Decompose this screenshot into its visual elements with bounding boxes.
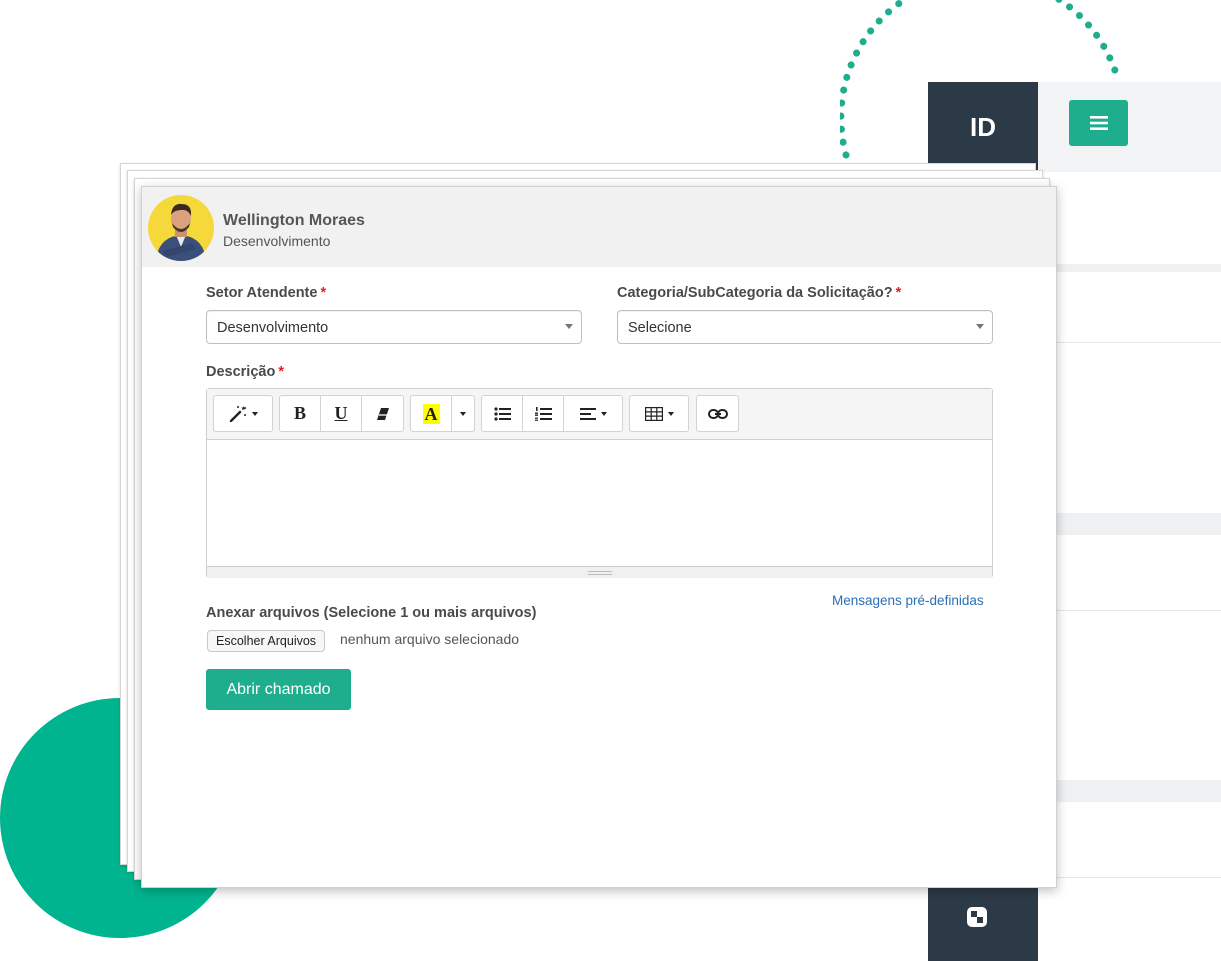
align-left-icon — [579, 407, 596, 420]
ticket-form-card: Wellington Moraes Desenvolvimento Setor … — [141, 186, 1057, 888]
divider-band — [1038, 264, 1221, 272]
table-dropdown-button[interactable] — [630, 396, 688, 431]
unordered-list-button[interactable] — [482, 396, 523, 431]
font-color-dropdown-button[interactable] — [452, 396, 474, 431]
hamburger-icon — [1089, 116, 1108, 130]
description-editor-area[interactable] — [207, 440, 992, 557]
font-color-button[interactable]: A — [411, 396, 452, 431]
user-department: Desenvolvimento — [223, 233, 331, 249]
link-group — [696, 395, 739, 432]
content-area — [1038, 172, 1221, 961]
menu-toggle-button[interactable] — [1069, 100, 1128, 146]
bold-button[interactable]: B — [280, 396, 321, 431]
card-header: Wellington Moraes Desenvolvimento — [142, 187, 1056, 267]
style-group — [213, 395, 273, 432]
magic-wand-icon — [229, 405, 246, 422]
divider-band — [1038, 513, 1221, 535]
user-name: Wellington Moraes — [223, 212, 365, 229]
setor-label: Setor Atendente * — [206, 285, 327, 301]
resize-grip-icon — [588, 571, 612, 575]
clear-format-button[interactable] — [362, 396, 403, 431]
editor-resize-handle[interactable] — [207, 566, 992, 578]
required-mark: * — [320, 285, 327, 301]
categoria-select[interactable]: Selecione — [617, 310, 993, 344]
chevron-down-icon — [976, 324, 984, 329]
avatar — [148, 195, 214, 261]
paragraph-dropdown-button[interactable] — [564, 396, 622, 431]
user-photo — [156, 203, 206, 261]
underline-button[interactable]: U — [321, 396, 362, 431]
divider — [1038, 342, 1221, 343]
required-mark: * — [895, 285, 902, 301]
font-color-label: A — [422, 403, 440, 424]
file-status-text: nenhum arquivo selecionado — [340, 631, 520, 647]
attachments-label: Anexar arquivos (Selecione 1 ou mais arq… — [206, 605, 537, 621]
top-bar — [1038, 82, 1221, 172]
categoria-select-value: Selecione — [628, 320, 692, 336]
ordered-list-button[interactable] — [523, 396, 564, 431]
editor-toolbar: B U A — [207, 389, 992, 440]
font-color-group: A — [410, 395, 475, 432]
paragraph-group — [481, 395, 623, 432]
app-logo: ID — [970, 111, 996, 142]
required-mark: * — [278, 364, 284, 380]
dashboard-icon[interactable] — [966, 906, 988, 928]
setor-select[interactable]: Desenvolvimento — [206, 310, 582, 344]
submit-ticket-button[interactable]: Abrir chamado — [206, 669, 351, 710]
descricao-label: Descrição * — [206, 364, 284, 380]
divider-band — [1038, 780, 1221, 802]
font-style-group: B U — [279, 395, 404, 432]
categoria-label: Categoria/SubCategoria da Solicitação? * — [617, 285, 902, 301]
numbered-list-icon — [534, 406, 552, 421]
rich-text-editor: B U A — [206, 388, 993, 578]
table-group — [629, 395, 689, 432]
divider — [1038, 877, 1221, 878]
setor-select-value: Desenvolvimento — [217, 320, 329, 336]
predefined-messages-link[interactable]: Mensagens pré-definidas — [832, 593, 984, 608]
style-dropdown-button[interactable] — [214, 396, 272, 431]
link-icon — [707, 408, 728, 419]
chevron-down-icon — [565, 324, 573, 329]
divider — [1038, 610, 1221, 611]
eraser-icon — [376, 407, 389, 420]
table-icon — [644, 406, 663, 421]
bullet-list-icon — [493, 406, 511, 421]
choose-files-button[interactable]: Escolher Arquivos — [207, 630, 326, 652]
insert-link-button[interactable] — [697, 396, 738, 431]
